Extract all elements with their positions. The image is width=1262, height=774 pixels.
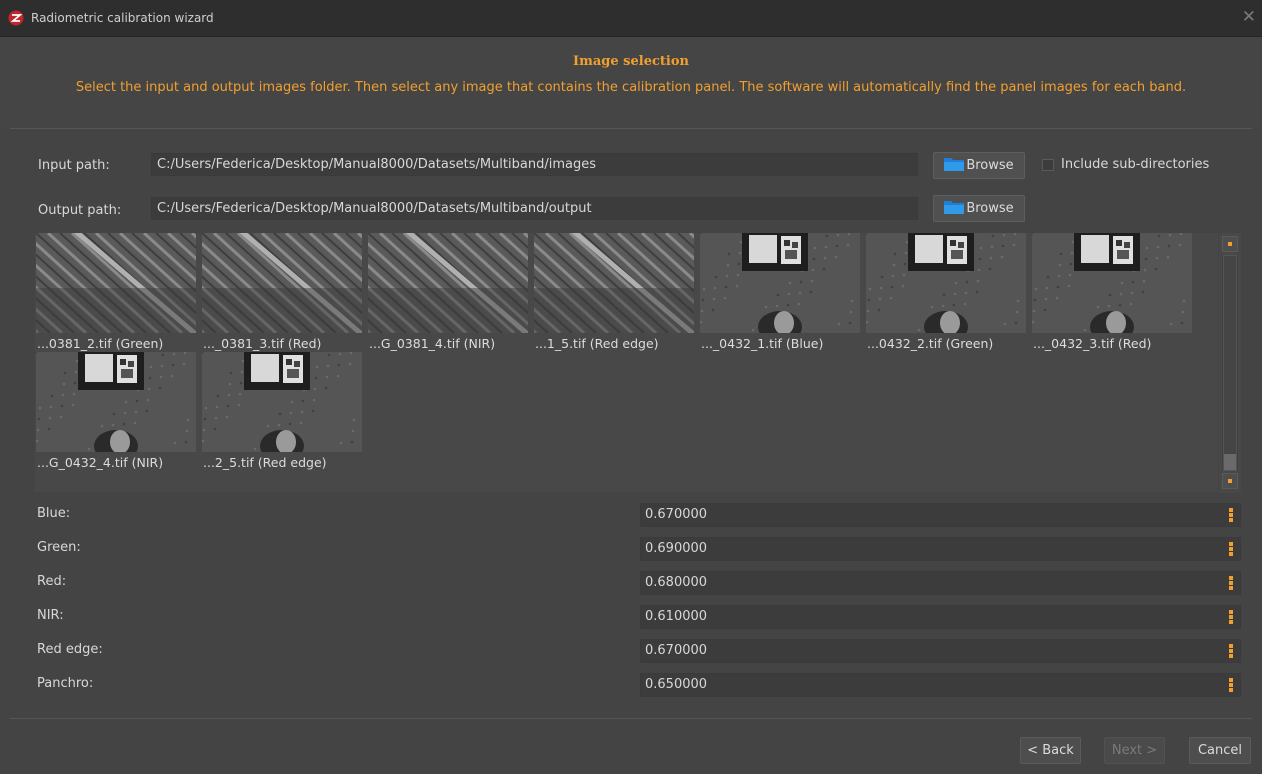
spin-arrows-icon[interactable] <box>1229 610 1234 625</box>
folder-icon <box>944 201 965 214</box>
band-label: Blue: <box>37 506 71 521</box>
page-description: Select the input and output images folde… <box>75 80 1187 95</box>
page-title: Image selection <box>573 54 689 69</box>
spin-arrows-icon[interactable] <box>1229 542 1234 557</box>
thumbnail-caption: ...0432_2.tif (Green) <box>866 333 1026 357</box>
image-thumbnail[interactable]: ...0432_2.tif (Green) <box>866 233 1026 357</box>
include-subdirs-label: Include sub-directories <box>1061 157 1210 172</box>
image-thumbnail[interactable]: ...G_0432_4.tif (NIR) <box>36 352 196 476</box>
panel-image-thumbnail <box>202 352 362 452</box>
band-reflectance-value: 0.670000 <box>645 643 708 658</box>
spin-arrows-icon[interactable] <box>1229 508 1234 523</box>
thumbnail-caption: ...2_5.tif (Red edge) <box>202 452 362 476</box>
browse-label: Browse <box>966 201 1014 216</box>
image-thumbnail[interactable]: ..._0432_1.tif (Blue) <box>700 233 860 357</box>
band-label: Red: <box>37 574 67 589</box>
image-thumbnail[interactable]: ..._0432_3.tif (Red) <box>1032 233 1192 357</box>
image-gallery: ...0381_2.tif (Green) ..._0381_3.tif (Red… <box>35 233 1218 492</box>
thumbnail-caption: ...1_5.tif (Red edge) <box>534 333 694 357</box>
browse-label: Browse <box>966 158 1014 173</box>
field-image-thumbnail <box>368 233 528 333</box>
panel-image-thumbnail <box>700 233 860 333</box>
output-path-label: Output path: <box>38 203 122 218</box>
band-label: Green: <box>37 540 81 555</box>
output-path-field[interactable]: C:/Users/Federica/Desktop/Manual8000/Dat… <box>151 197 918 220</box>
thumbnail-caption: ..._0432_3.tif (Red) <box>1032 333 1192 357</box>
app-logo-icon <box>8 10 24 26</box>
input-browse-button[interactable]: Browse <box>933 152 1025 179</box>
panel-image-thumbnail <box>866 233 1026 333</box>
next-button[interactable]: Next > <box>1104 737 1165 764</box>
panel-image-thumbnail <box>1032 233 1192 333</box>
title-bar: Radiometric calibration wizard ✕ <box>0 0 1262 37</box>
folder-icon <box>944 158 965 171</box>
output-browse-button[interactable]: Browse <box>933 195 1025 222</box>
scroll-up-icon[interactable] <box>1222 236 1238 252</box>
image-thumbnail[interactable]: ..._0381_3.tif (Red) <box>202 233 362 357</box>
input-path-label: Input path: <box>38 158 110 173</box>
spin-arrows-icon[interactable] <box>1229 644 1234 659</box>
panel-image-thumbnail <box>36 352 196 452</box>
thumbnail-caption: ...G_0381_4.tif (NIR) <box>368 333 528 357</box>
thumbnail-caption: ..._0432_1.tif (Blue) <box>700 333 860 357</box>
image-thumbnail[interactable]: ...1_5.tif (Red edge) <box>534 233 694 357</box>
spin-arrows-icon[interactable] <box>1229 678 1234 693</box>
band-reflectance-spinbox[interactable]: 0.650000 <box>640 673 1241 697</box>
include-subdirs-checkbox[interactable] <box>1042 159 1054 171</box>
band-label: Red edge: <box>37 642 103 657</box>
scroll-handle[interactable] <box>1223 255 1237 471</box>
band-reflectance-spinbox[interactable]: 0.680000 <box>640 571 1241 595</box>
close-icon[interactable]: ✕ <box>1242 7 1256 27</box>
footer-divider <box>10 718 1252 719</box>
image-thumbnail[interactable]: ...2_5.tif (Red edge) <box>202 352 362 476</box>
band-reflectance-spinbox[interactable]: 0.670000 <box>640 503 1241 527</box>
band-reflectance-value: 0.670000 <box>645 507 708 522</box>
band-reflectance-spinbox[interactable]: 0.690000 <box>640 537 1241 561</box>
band-label: Panchro: <box>37 676 94 691</box>
band-reflectance-value: 0.680000 <box>645 575 708 590</box>
scroll-track[interactable] <box>1222 255 1238 471</box>
band-reflectance-value: 0.690000 <box>645 541 708 556</box>
scroll-down-icon[interactable] <box>1222 473 1238 489</box>
field-image-thumbnail <box>202 233 362 333</box>
band-reflectance-spinbox[interactable]: 0.670000 <box>640 639 1241 663</box>
band-reflectance-spinbox[interactable]: 0.610000 <box>640 605 1241 629</box>
field-image-thumbnail <box>534 233 694 333</box>
window-title: Radiometric calibration wizard <box>31 11 214 25</box>
header-divider <box>10 128 1252 129</box>
wizard-header: Image selection Select the input and out… <box>0 38 1262 128</box>
input-path-field[interactable]: C:/Users/Federica/Desktop/Manual8000/Dat… <box>151 153 918 176</box>
spin-arrows-icon[interactable] <box>1229 576 1234 591</box>
field-image-thumbnail <box>36 233 196 333</box>
image-thumbnail[interactable]: ...G_0381_4.tif (NIR) <box>368 233 528 357</box>
band-reflectance-value: 0.610000 <box>645 609 708 624</box>
back-button[interactable]: < Back <box>1020 737 1081 764</box>
thumbnail-caption: ...G_0432_4.tif (NIR) <box>36 452 196 476</box>
image-thumbnail[interactable]: ...0381_2.tif (Green) <box>36 233 196 357</box>
band-reflectance-value: 0.650000 <box>645 677 708 692</box>
cancel-button[interactable]: Cancel <box>1189 737 1251 764</box>
band-label: NIR: <box>37 608 64 623</box>
gallery-scrollbar[interactable] <box>1219 233 1241 493</box>
